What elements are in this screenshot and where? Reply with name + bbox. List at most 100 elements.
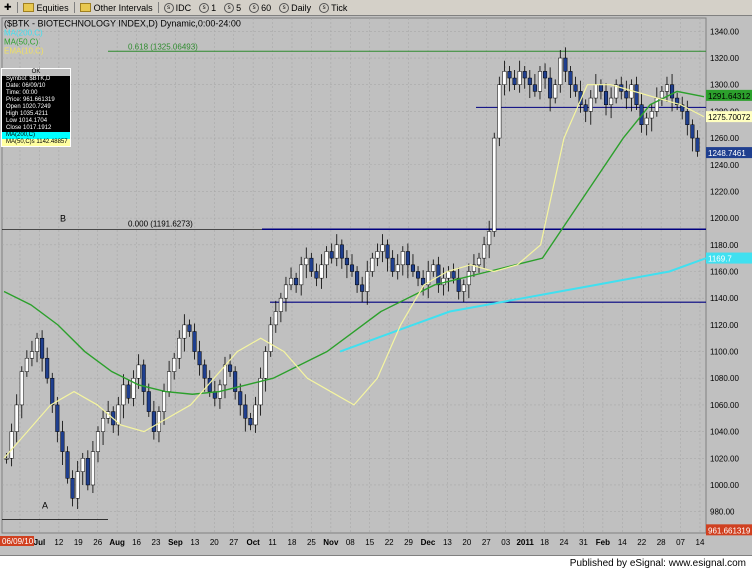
price-chart[interactable]: 21Jul121926Aug1623Sep132027Oct111825Nov0… [0, 16, 752, 554]
add-symbol-button[interactable]: ✚ [0, 1, 16, 14]
chart-area[interactable]: 21Jul121926Aug1623Sep132027Oct111825Nov0… [0, 16, 752, 554]
candle-body [192, 331, 197, 352]
candle-body [664, 84, 670, 92]
candle-body [238, 391, 243, 406]
folder-icon [79, 3, 91, 12]
infobox-header: OK [2, 69, 70, 76]
equities-folder-button[interactable]: Equities [19, 1, 73, 14]
candle-body [385, 244, 390, 259]
candle-body [55, 404, 60, 432]
candle-body [497, 84, 502, 139]
candle-body [395, 264, 400, 272]
candle-body [543, 71, 548, 79]
interval-daily-button[interactable]: s Daily [275, 1, 315, 14]
candle-body [522, 71, 527, 79]
idc-label: IDC [175, 2, 192, 13]
x-tick-label: Jul [34, 538, 46, 547]
y-tick-label: 1320.00 [710, 54, 739, 63]
candle-body [50, 377, 55, 406]
candle-body [603, 91, 609, 105]
candle-body [14, 404, 19, 432]
x-tick-label: 13 [190, 538, 199, 547]
candle-body [40, 337, 45, 359]
y-tick-label: 1120.00 [710, 321, 739, 330]
candle-body [451, 271, 456, 279]
ema10-price-tag: 1275.70072 [708, 113, 751, 122]
candle-body [659, 91, 664, 99]
candle-body [624, 91, 629, 99]
candle-body [90, 451, 95, 486]
candle-body [172, 357, 177, 372]
candle-body [202, 364, 207, 379]
x-tick-label: 14 [618, 538, 627, 547]
candle-body [588, 97, 593, 112]
candle-body [512, 77, 517, 85]
infobox-open: Open 1020.7249 [6, 104, 51, 110]
candle-body [151, 411, 156, 432]
footer-publisher-text: Published by eSignal: www.esignal.com [569, 558, 746, 569]
y-tick-label: 1140.00 [710, 294, 739, 303]
label-a: A [42, 500, 48, 510]
x-tick-label: Dec [421, 538, 436, 547]
interval-tick-button[interactable]: s Tick [315, 1, 351, 14]
candle-body [289, 277, 294, 286]
idc-interval-button[interactable]: s IDC [160, 1, 196, 14]
candle-body [400, 251, 405, 266]
candle-body [527, 77, 532, 85]
candle-body [502, 71, 507, 85]
interval-icon: s [279, 2, 290, 13]
y-tick-label: 1020.00 [710, 454, 739, 463]
x-tick-label: 27 [229, 538, 238, 547]
x-tick-label: 20 [462, 538, 471, 547]
candle-body [319, 264, 324, 279]
candle-body [156, 411, 161, 432]
y-tick-label: 1240.00 [710, 161, 739, 170]
candle-body [644, 117, 649, 125]
candle-body [563, 57, 568, 72]
interval-icon: s [163, 2, 174, 13]
y-tick-label: 1160.00 [710, 267, 739, 276]
candle-body [670, 84, 675, 99]
x-tick-label: 03 [501, 538, 510, 547]
candle-body [537, 71, 542, 92]
interval-5-button[interactable]: s 5 [220, 1, 245, 14]
candle-body [70, 478, 75, 499]
folder-icon [22, 3, 34, 12]
x-tick-label: 25 [307, 538, 316, 547]
candle-body [314, 271, 319, 279]
interval-60-button[interactable]: s 60 [245, 1, 275, 14]
candle-body [365, 271, 370, 292]
candle-body [243, 404, 248, 419]
fib-000-label: 0.000 (1191.6273) [128, 219, 193, 228]
candle-body [649, 111, 654, 119]
x-tick-label: 26 [93, 538, 102, 547]
x-tick-label: 16 [132, 538, 141, 547]
x-tick-label: Aug [109, 538, 125, 547]
interval-1-button[interactable]: s 1 [195, 1, 220, 14]
infobox-price: Price: 961.661319 [6, 97, 55, 103]
candle-body [177, 337, 182, 359]
cursor-price-tag: 961.661319 [708, 526, 751, 535]
candle-body [487, 231, 492, 246]
x-tick-label: 13 [443, 538, 452, 547]
candle-body [278, 297, 283, 312]
candle-body [360, 284, 365, 292]
candle-body [410, 264, 415, 272]
candle-body [532, 84, 537, 92]
interval-icon: s [319, 2, 330, 13]
candle-body [146, 391, 151, 412]
candle-body [461, 284, 466, 292]
x-tick-label: 22 [637, 538, 646, 547]
infobox-ma200: MA(200,C) [2, 132, 70, 139]
y-tick-label: 1080.00 [710, 374, 739, 383]
interval-icon: s [199, 2, 210, 13]
candle-body [573, 84, 578, 92]
other-intervals-button[interactable]: Other Intervals [76, 1, 157, 14]
candle-body [182, 324, 187, 339]
infobox-time: Time: 00:00 [6, 90, 38, 96]
candle-body [273, 311, 278, 326]
interval-1-label: 1 [211, 2, 217, 13]
interval-icon: s [249, 2, 260, 13]
x-tick-label: Nov [323, 538, 339, 547]
candle-body [75, 471, 80, 499]
